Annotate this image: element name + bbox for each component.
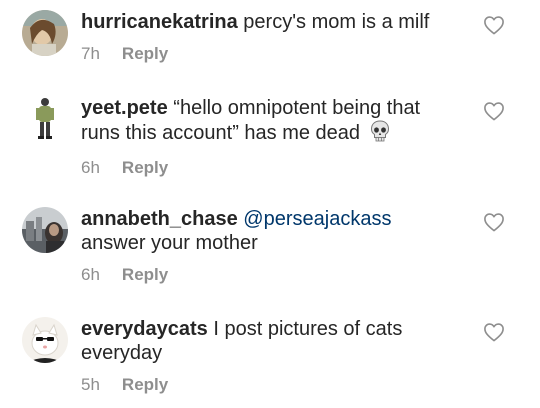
comment-text: annabeth_chase @perseajackass answer you… <box>81 207 461 255</box>
reply-button[interactable]: Reply <box>122 158 168 178</box>
skull-emoji-icon <box>370 120 390 148</box>
comment-meta: 7h Reply <box>81 44 461 64</box>
profile-photo-icon <box>22 10 68 56</box>
comment-text: yeet.pete “hello omnipotent being that r… <box>81 96 461 148</box>
like-heart-icon[interactable] <box>483 322 505 342</box>
like-heart-icon[interactable] <box>483 15 505 35</box>
comment-content: percy's mom is a milf <box>243 11 430 33</box>
comment-time: 7h <box>81 44 100 63</box>
like-heart-icon[interactable] <box>483 101 505 121</box>
reply-button[interactable]: Reply <box>122 44 168 64</box>
comment-meta: 6h Reply <box>81 265 461 285</box>
avatar[interactable] <box>28 96 62 146</box>
comment-time: 5h <box>81 375 100 394</box>
comment-mention-link[interactable]: @perseajackass <box>243 208 391 230</box>
comment-username[interactable]: annabeth_chase <box>81 208 238 230</box>
comment-content: answer your mother <box>81 232 258 254</box>
comment-username[interactable]: hurricanekatrina <box>81 11 238 33</box>
comment-text: everydaycats I post pictures of cats eve… <box>81 317 441 365</box>
comment-text: hurricanekatrina percy's mom is a milf <box>81 10 461 34</box>
comment-username[interactable]: yeet.pete <box>81 97 168 119</box>
comment-time: 6h <box>81 158 100 177</box>
comment-meta: 5h Reply <box>81 375 461 395</box>
comment-username[interactable]: everydaycats <box>81 318 208 340</box>
like-heart-icon[interactable] <box>483 212 505 232</box>
avatar[interactable] <box>22 317 68 363</box>
profile-photo-icon <box>28 96 62 146</box>
comments-list: hurricanekatrina percy's mom is a milf 7… <box>0 0 540 408</box>
reply-button[interactable]: Reply <box>122 265 168 285</box>
profile-photo-icon <box>22 317 68 363</box>
profile-photo-icon <box>22 207 68 253</box>
comment-meta: 6h Reply <box>81 158 461 178</box>
avatar[interactable] <box>22 10 68 56</box>
comment-time: 6h <box>81 265 100 284</box>
reply-button[interactable]: Reply <box>122 375 168 395</box>
avatar[interactable] <box>22 207 68 253</box>
